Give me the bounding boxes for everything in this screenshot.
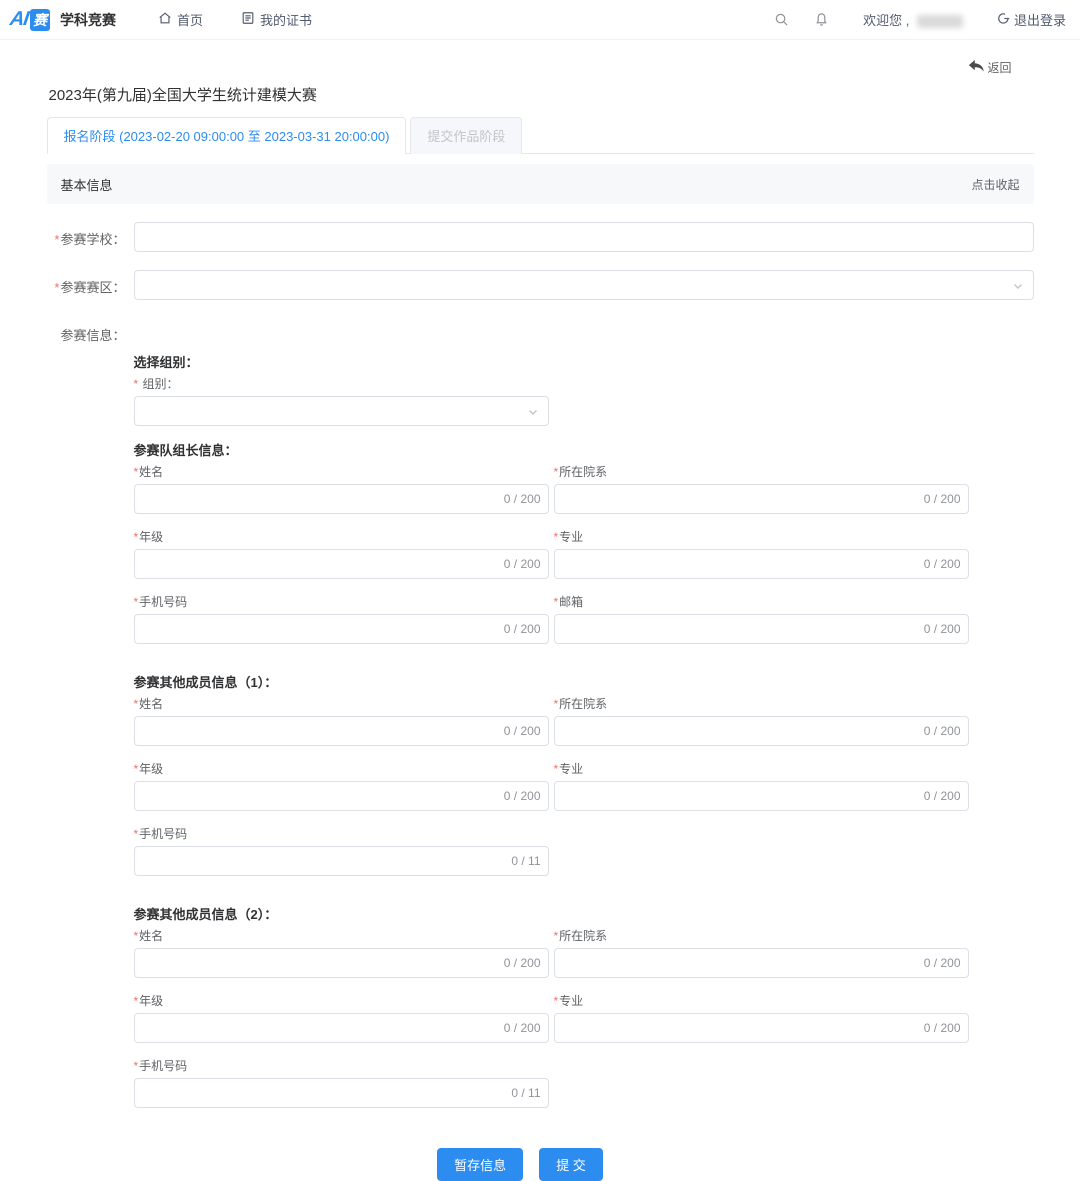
field-label: *专业 <box>554 528 969 545</box>
save-draft-button[interactable]: 暂存信息 <box>437 1148 523 1181</box>
field-label: *姓名 <box>134 695 549 712</box>
member1-name-input[interactable] <box>134 716 549 746</box>
leader-major-field: *专业 0 / 200 <box>554 528 969 579</box>
member2-name-input[interactable] <box>134 948 549 978</box>
app-logo[interactable]: AI 赛 <box>10 8 50 31</box>
field-label: *邮箱 <box>554 593 969 610</box>
brand-title: 学科竞赛 <box>60 10 116 30</box>
field-label: *年级 <box>134 528 549 545</box>
welcome-text: 欢迎您 , <box>863 10 963 29</box>
certificate-icon <box>241 11 255 28</box>
group-select-heading: 选择组别： <box>134 352 969 371</box>
registration-form: *参赛学校： *参赛赛区： 参赛信息： 选择组别： <box>47 204 1034 1181</box>
submit-button[interactable]: 提 交 <box>539 1148 603 1181</box>
blurred-username <box>917 15 963 28</box>
search-icon[interactable] <box>765 4 797 36</box>
logo-sai-badge: 赛 <box>30 9 50 31</box>
member1-name-field: *姓名 0 / 200 <box>134 695 549 746</box>
nav-item-certificates[interactable]: 我的证书 <box>241 10 312 29</box>
chevron-down-icon <box>527 405 539 423</box>
group-select[interactable] <box>134 396 549 426</box>
nav-item-label: 我的证书 <box>260 10 312 29</box>
leader-phone-field: *手机号码 0 / 200 <box>134 593 549 644</box>
page-title: 2023年(第九届)全国大学生统计建模大赛 <box>47 84 1034 105</box>
member1-heading: 参赛其他成员信息（1）： <box>134 672 969 691</box>
tab-submission-stage[interactable]: 提交作品阶段 <box>410 117 522 154</box>
school-label: *参赛学校： <box>47 222 126 248</box>
field-label: *手机号码 <box>134 593 549 610</box>
member1-grade-field: *年级 0 / 200 <box>134 760 549 811</box>
top-navbar: AI 赛 学科竞赛 首页 我的证书 <box>0 0 1080 40</box>
tab-registration-stage[interactable]: 报名阶段 (2023-02-20 09:00:00 至 2023-03-31 2… <box>47 117 407 154</box>
member2-department-input[interactable] <box>554 948 969 978</box>
field-label: *姓名 <box>134 927 549 944</box>
member1-major-field: *专业 0 / 200 <box>554 760 969 811</box>
leader-name-input[interactable] <box>134 484 549 514</box>
notification-bell-icon[interactable] <box>805 4 837 36</box>
leader-department-input[interactable] <box>554 484 969 514</box>
member2-phone-field: *手机号码 0 / 11 <box>134 1057 549 1108</box>
member2-heading: 参赛其他成员信息（2）： <box>134 904 969 923</box>
back-button[interactable]: 返回 <box>968 54 1011 80</box>
stage-tabs: 报名阶段 (2023-02-20 09:00:00 至 2023-03-31 2… <box>47 117 1034 154</box>
leader-major-input[interactable] <box>554 549 969 579</box>
field-label: *年级 <box>134 760 549 777</box>
nav-item-label: 首页 <box>177 10 203 29</box>
section-title: 基本信息 <box>61 175 113 194</box>
field-label: *专业 <box>554 760 969 777</box>
member2-department-field: *所在院系 0 / 200 <box>554 927 969 978</box>
back-arrow-icon <box>968 59 985 76</box>
leader-heading: 参赛队组长信息： <box>134 440 969 459</box>
logo-ai-text: AI <box>8 8 29 31</box>
leader-grade-input[interactable] <box>134 549 549 579</box>
field-label: *年级 <box>134 992 549 1009</box>
leader-name-field: *姓名 0 / 200 <box>134 463 549 514</box>
leader-grade-field: *年级 0 / 200 <box>134 528 549 579</box>
member2-phone-input[interactable] <box>134 1078 549 1108</box>
field-label: *手机号码 <box>134 1057 549 1074</box>
field-label: *手机号码 <box>134 825 549 842</box>
leader-department-field: *所在院系 0 / 200 <box>554 463 969 514</box>
info-label: 参赛信息： <box>47 318 126 344</box>
field-label: *姓名 <box>134 463 549 480</box>
zone-select[interactable] <box>134 270 1034 300</box>
member1-phone-input[interactable] <box>134 846 549 876</box>
basic-info-section-header: 基本信息 点击收起 <box>47 164 1034 204</box>
leader-email-input[interactable] <box>554 614 969 644</box>
field-label: *所在院系 <box>554 695 969 712</box>
member1-department-field: *所在院系 0 / 200 <box>554 695 969 746</box>
logout-icon <box>997 12 1010 28</box>
member2-major-input[interactable] <box>554 1013 969 1043</box>
logout-button[interactable]: 退出登录 <box>997 10 1066 29</box>
member2-grade-input[interactable] <box>134 1013 549 1043</box>
zone-label: *参赛赛区： <box>47 270 126 296</box>
chevron-down-icon <box>1012 279 1024 297</box>
field-label: *所在院系 <box>554 927 969 944</box>
member1-department-input[interactable] <box>554 716 969 746</box>
member1-grade-input[interactable] <box>134 781 549 811</box>
school-input[interactable] <box>134 222 1034 252</box>
field-label: *专业 <box>554 992 969 1009</box>
member1-phone-field: *手机号码 0 / 11 <box>134 825 549 876</box>
collapse-toggle[interactable]: 点击收起 <box>971 176 1019 193</box>
member2-grade-field: *年级 0 / 200 <box>134 992 549 1043</box>
home-icon <box>158 11 172 28</box>
nav-item-home[interactable]: 首页 <box>158 10 203 29</box>
member2-major-field: *专业 0 / 200 <box>554 992 969 1043</box>
member1-major-input[interactable] <box>554 781 969 811</box>
leader-phone-input[interactable] <box>134 614 549 644</box>
member2-name-field: *姓名 0 / 200 <box>134 927 549 978</box>
leader-email-field: *邮箱 0 / 200 <box>554 593 969 644</box>
field-label: *所在院系 <box>554 463 969 480</box>
group-label: * 组别： <box>134 375 549 392</box>
